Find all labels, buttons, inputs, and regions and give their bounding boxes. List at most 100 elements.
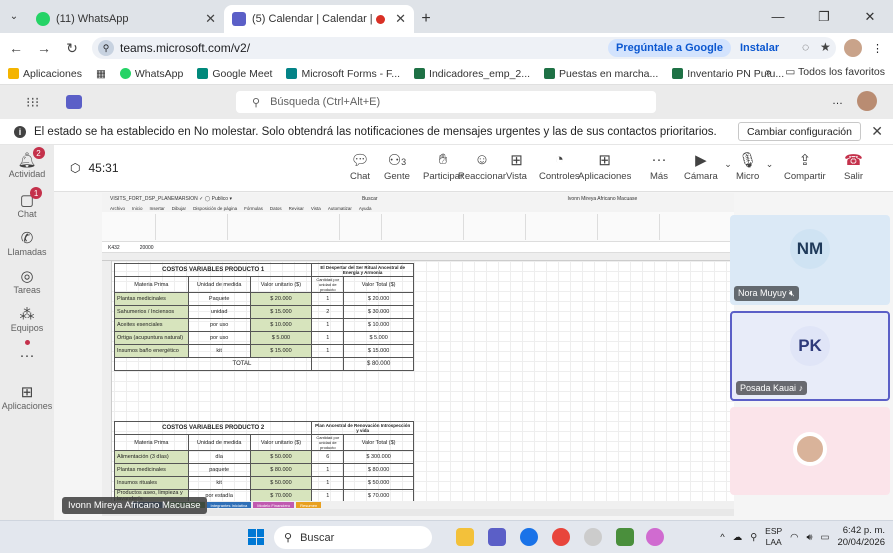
table-cell: $ 5.000	[343, 331, 414, 345]
ribbon-tab[interactable]: Archivo	[110, 206, 125, 211]
ribbon-tab[interactable]: Ayuda	[359, 206, 372, 211]
onedrive-icon[interactable]: ☁	[733, 532, 743, 543]
rail-item-teams[interactable]: ⁂ Equipos	[0, 305, 54, 333]
chevron-down-icon[interactable]: ⌄	[724, 159, 732, 170]
office-icon[interactable]	[552, 528, 570, 546]
people-button[interactable]: ⚇3 Gente	[384, 151, 410, 182]
react-button[interactable]: ☺ Reaccionar	[458, 151, 506, 182]
sheet-tab[interactable]: Modelo Financiero	[253, 502, 295, 508]
more-bookmarks-button[interactable]: »	[766, 66, 772, 78]
table-cell: $ 30.000	[343, 305, 414, 319]
forward-icon[interactable]: →	[32, 36, 56, 60]
mic-icon: 🎙︎	[738, 152, 758, 169]
sheet-tab[interactable]: Integrantes Iniciativa	[206, 502, 252, 508]
bookmark-grid[interactable]: ▦	[96, 68, 106, 80]
view-button[interactable]: ⊞ Vista	[506, 151, 527, 182]
ribbon-tab[interactable]: Fórmulas	[244, 206, 263, 211]
tab-search-button[interactable]: ⌄	[0, 0, 28, 33]
menu-kebab-icon[interactable]: ⋮	[872, 42, 883, 55]
app-icon[interactable]	[616, 528, 634, 546]
ribbon-tab[interactable]: Disposición de página	[193, 206, 237, 211]
taskbar-search[interactable]: ⚲ Buscar	[274, 526, 432, 549]
bookmark-forms[interactable]: Microsoft Forms - F...	[286, 68, 400, 80]
close-tab-icon[interactable]: ✕	[205, 11, 216, 27]
more-button[interactable]: ··· Más	[650, 151, 668, 182]
leave-button[interactable]: ☎︎ Salir	[844, 151, 863, 182]
header-cell: Unidad de medida	[187, 276, 251, 293]
dismiss-banner-icon[interactable]: ✕	[871, 123, 883, 140]
minimize-icon[interactable]: —	[755, 0, 801, 33]
change-settings-button[interactable]: Cambiar configuración	[737, 122, 861, 141]
bookmark-puestas[interactable]: Puestas en marcha...	[544, 68, 658, 80]
tab-whatsapp[interactable]: (11) WhatsApp ✕	[28, 5, 224, 33]
wifi-icon[interactable]: ◠	[790, 532, 798, 543]
windows-start-icon[interactable]	[248, 529, 264, 545]
bookmark-star-icon[interactable]: ★	[820, 40, 831, 54]
teams-search-input[interactable]: ⚲ Búsqueda (Ctrl+Alt+E)	[236, 91, 656, 113]
chevron-down-icon[interactable]: ⌄	[766, 159, 774, 170]
tab-teams[interactable]: (5) Calendar | Calendar | Mi ✕	[224, 5, 414, 33]
reload-icon[interactable]: ↻	[60, 36, 84, 60]
header-cell: Valor Total ($)	[343, 276, 414, 293]
system-tray: ^ ☁ ⚲ ESP LAA ◠ 🔊︎ ▭ 6:42 p. m. 20/04/2026	[720, 525, 885, 549]
new-tab-button[interactable]: +	[414, 5, 438, 33]
battery-icon[interactable]: ▭	[820, 532, 829, 543]
site-info-icon[interactable]: ⚲	[98, 40, 114, 56]
ribbon-tab[interactable]: Revisar	[289, 206, 304, 211]
controls-button[interactable]: ◔ Controles	[539, 151, 580, 182]
copilot-icon[interactable]	[646, 528, 664, 546]
teams-header-right: …	[832, 91, 877, 111]
rail-item-more[interactable]: ···	[0, 340, 54, 365]
mic-button[interactable]: 🎙︎ Micro ⌄	[736, 151, 773, 182]
rail-item-calls[interactable]: ✆ Llamadas	[0, 229, 54, 257]
rail-item-tasks[interactable]: ◎ Tareas	[0, 267, 54, 295]
rail-item-apps[interactable]: ⊞ Aplicaciones	[0, 383, 54, 411]
ribbon-tab[interactable]: Automatizar	[328, 206, 352, 211]
camera-button[interactable]: ▶︎ Cámara ⌄	[684, 151, 732, 182]
sheet-tab[interactable]: Resumen	[296, 502, 322, 508]
share-button[interactable]: ⇪ Compartir	[784, 151, 826, 182]
bookmarks-right: » ▭ Todos los favoritos	[766, 66, 885, 78]
file-explorer-icon[interactable]	[456, 528, 474, 546]
ribbon-tab[interactable]: Inicio	[132, 206, 143, 211]
eye-off-icon[interactable]: ◌	[802, 40, 809, 54]
ask-google-button[interactable]: Pregúntale a Google	[608, 39, 731, 57]
volume-icon[interactable]: 🔊︎	[806, 532, 812, 543]
participant-tile[interactable]: NM Nora Muyuy 🔇︎	[730, 215, 890, 305]
back-icon[interactable]: ←	[4, 36, 28, 60]
bookmark-meet[interactable]: Google Meet	[197, 68, 272, 80]
ribbon-tab[interactable]: Datos	[270, 206, 282, 211]
clock[interactable]: 6:42 p. m. 20/04/2026	[837, 525, 885, 549]
tray-chevron-icon[interactable]: ^	[720, 532, 724, 543]
restore-icon[interactable]: ❐	[801, 0, 847, 33]
all-favorites-button[interactable]: ▭ Todos los favoritos	[785, 66, 885, 78]
bookmark-label: Microsoft Forms - F...	[301, 67, 401, 80]
ribbon-tab[interactable]: Vista	[311, 206, 321, 211]
url-text: teams.microsoft.com/v2/	[120, 41, 251, 55]
ribbon-tab[interactable]: Dibujar	[172, 206, 186, 211]
teams-app-icon[interactable]	[488, 528, 506, 546]
rail-item-chat[interactable]: ▢ 1 Chat	[0, 187, 54, 219]
install-button[interactable]: Instalar	[732, 39, 787, 57]
close-window-icon[interactable]: ✕	[847, 0, 893, 33]
more-options-icon[interactable]: …	[832, 95, 843, 107]
bookmark-indicadores[interactable]: Indicadores_emp_2...	[414, 68, 530, 80]
rail-item-activity[interactable]: 🔔︎ 2 Actividad	[0, 147, 54, 179]
app-launcher-icon[interactable]: ⁝⁝⁝	[26, 94, 46, 111]
language-indicator[interactable]: ESP LAA	[765, 526, 782, 548]
user-avatar[interactable]	[857, 91, 877, 111]
ribbon-tab[interactable]: Insertar	[150, 206, 165, 211]
close-tab-icon[interactable]: ✕	[395, 11, 406, 27]
bookmark-whatsapp[interactable]: WhatsApp	[119, 68, 183, 80]
chrome-icon[interactable]	[520, 528, 538, 546]
bookmark-apps[interactable]: Aplicaciones	[8, 68, 82, 80]
profile-avatar[interactable]	[844, 39, 862, 57]
participant-tile[interactable]	[730, 407, 890, 495]
participant-tile[interactable]: PK Posada Kauai ♪	[730, 311, 890, 401]
apps-button[interactable]: ⊞ Aplicaciones	[578, 151, 631, 182]
rail-label: Chat	[17, 209, 37, 219]
pin-icon[interactable]: ⚲	[750, 532, 757, 543]
settings-icon[interactable]	[584, 528, 602, 546]
address-bar[interactable]: ⚲ teams.microsoft.com/v2/ Pregúntale a G…	[92, 37, 836, 59]
chat-button[interactable]: 💬︎ Chat	[350, 151, 370, 182]
